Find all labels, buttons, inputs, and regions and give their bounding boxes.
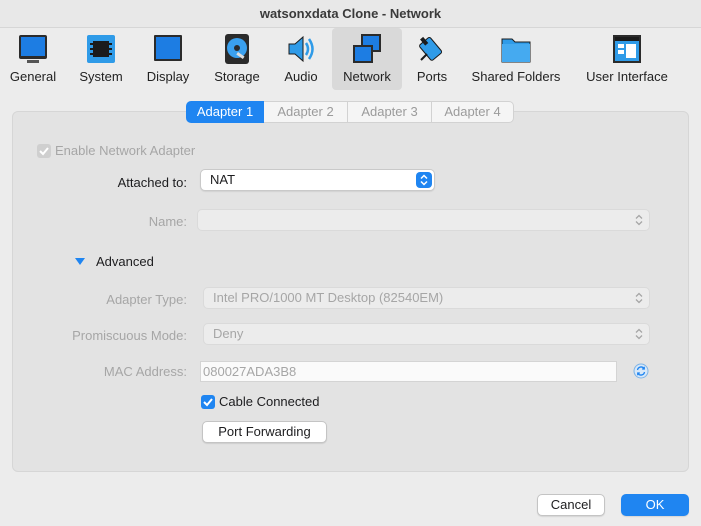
promiscuous-mode-select[interactable]: Deny: [203, 323, 650, 345]
attached-to-value: NAT: [210, 172, 236, 187]
advanced-label[interactable]: Advanced: [96, 254, 154, 269]
toolbar-shared-folders[interactable]: Shared Folders: [468, 28, 564, 90]
chip-icon: [87, 35, 115, 63]
cable-connected-checkbox[interactable]: [201, 395, 215, 409]
tab-adapter-4[interactable]: Adapter 4: [432, 101, 514, 123]
network-icon: [353, 34, 381, 63]
toolbar-label: General: [9, 69, 57, 84]
chevron-updown-icon: [631, 212, 647, 228]
disk-icon: [225, 34, 249, 64]
monitor-icon: [154, 35, 182, 61]
refresh-icon[interactable]: [633, 363, 649, 379]
window-title: watsonxdata Clone - Network: [0, 0, 701, 28]
adapter-type-value: Intel PRO/1000 MT Desktop (82540EM): [213, 290, 444, 305]
checkmark-icon: [203, 398, 213, 407]
general-icon: [19, 35, 47, 63]
enable-adapter-label: Enable Network Adapter: [55, 143, 196, 158]
chevron-updown-icon: [416, 172, 432, 188]
mac-address-field[interactable]: 080027ADA3B8: [200, 361, 617, 382]
toolbar-general[interactable]: General: [4, 28, 62, 90]
toolbar-network[interactable]: Network: [332, 28, 402, 90]
checkmark-icon: [39, 147, 49, 156]
attached-to-label: Attached to:: [117, 175, 187, 190]
toolbar-label: Network: [343, 69, 391, 84]
tab-adapter-1[interactable]: Adapter 1: [186, 101, 264, 123]
toolbar-label: Ports: [416, 69, 448, 84]
mac-address-label: MAC Address:: [103, 364, 187, 379]
toolbar-label: Display: [146, 69, 190, 84]
cancel-button[interactable]: Cancel: [537, 494, 605, 516]
cable-connected-label: Cable Connected: [219, 394, 320, 409]
tab-adapter-3[interactable]: Adapter 3: [348, 101, 432, 123]
toolbar-audio[interactable]: Audio: [276, 28, 326, 90]
toolbar-label: System: [79, 69, 123, 84]
toolbar-ports[interactable]: Ports: [410, 28, 454, 90]
toolbar-storage[interactable]: Storage: [208, 28, 266, 90]
chevron-updown-icon: [631, 290, 647, 306]
chevron-updown-icon: [631, 326, 647, 342]
folder-icon: [501, 38, 531, 63]
promiscuous-mode-label: Promiscuous Mode:: [72, 328, 187, 343]
toolbar-system[interactable]: System: [72, 28, 130, 90]
toolbar-label: Storage: [214, 69, 260, 84]
toolbar-label: Shared Folders: [471, 69, 561, 84]
adapter-type-select[interactable]: Intel PRO/1000 MT Desktop (82540EM): [203, 287, 650, 309]
tab-adapter-2[interactable]: Adapter 2: [264, 101, 348, 123]
attached-to-select[interactable]: NAT: [200, 169, 435, 191]
adapter-tabs: Adapter 1 Adapter 2 Adapter 3 Adapter 4: [186, 101, 514, 123]
name-select[interactable]: [197, 209, 650, 231]
name-label: Name:: [148, 214, 187, 229]
port-icon: [419, 36, 443, 61]
toolbar-display[interactable]: Display: [140, 28, 196, 90]
enable-adapter-checkbox[interactable]: [37, 144, 51, 158]
disclosure-triangle-icon[interactable]: [74, 255, 86, 267]
toolbar-user-interface[interactable]: User Interface: [580, 28, 674, 90]
adapter-type-label: Adapter Type:: [106, 292, 187, 307]
settings-toolbar: General System Display Storage Audio Net…: [0, 28, 701, 90]
toolbar-label: Audio: [284, 69, 318, 84]
port-forwarding-button[interactable]: Port Forwarding: [202, 421, 327, 443]
toolbar-label: User Interface: [586, 69, 668, 84]
promiscuous-mode-value: Deny: [213, 326, 244, 341]
window-icon: [613, 35, 641, 63]
ok-button[interactable]: OK: [621, 494, 689, 516]
speaker-icon: [288, 35, 314, 63]
